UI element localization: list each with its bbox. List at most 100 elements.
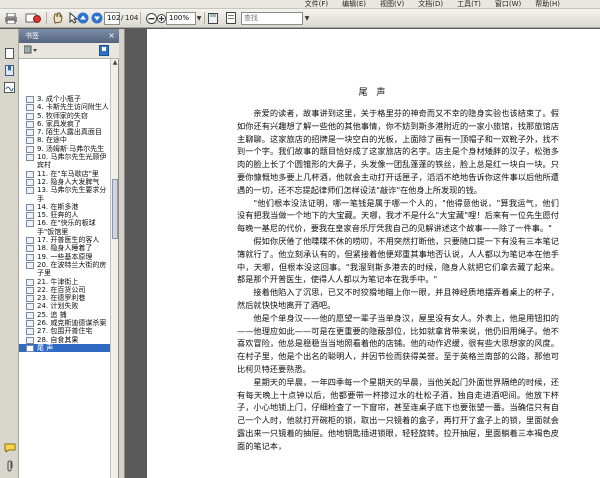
menu-edit[interactable]: 编辑(E)	[342, 0, 366, 8]
bookmark-page-icon	[26, 120, 34, 128]
bookmarks-panel-toolbar	[19, 43, 119, 59]
bookmark-page-icon	[26, 303, 34, 311]
previous-page-icon[interactable]	[76, 11, 90, 25]
chevron-down-icon[interactable]: ▼	[195, 11, 203, 25]
bookmark-page-icon	[26, 261, 34, 269]
bookmark-item[interactable]: 13. 马弗尔先生要求分手	[19, 186, 111, 203]
menu-view[interactable]: 视图(V)	[380, 0, 404, 8]
bookmarks-panel: 书签 × 3. 成个小瓶子 4. 卡斯先生访问附生人 5. 牧师家的失窃 6. …	[19, 29, 119, 478]
paragraph: 亲爱的读者，故事讲到这里，关于格里芬的神奇而又不幸的隐身实验也该结束了。假如你还…	[237, 108, 559, 195]
bookmark-page-icon	[26, 137, 34, 145]
page-body: 亲爱的读者，故事讲到这里，关于格里芬的神奇而又不幸的隐身实验也该结束了。假如你还…	[237, 107, 559, 453]
menu-help[interactable]: 帮助(H)	[535, 0, 560, 8]
menu-file[interactable]: 文件(F)	[305, 0, 329, 8]
bookmark-page-icon	[26, 328, 34, 336]
bookmark-item[interactable]: 16. 在"快乐的板球手"饭馆里	[19, 219, 111, 236]
paragraph: 接着他陷入了沉思，已又不时狡猾地瞄上你一眼，并且神经质地摆弄着桌上的杯子，然后就…	[237, 287, 559, 310]
bookmark-item[interactable]: 8. 在途中	[19, 136, 111, 145]
toolbar-separator	[204, 12, 205, 24]
bookmark-scrollbar[interactable]: ▲	[110, 59, 118, 478]
panel-splitter[interactable]	[119, 29, 125, 478]
bookmarks-icon[interactable]	[3, 64, 16, 77]
bookmark-list: 3. 成个小瓶子 4. 卡斯先生访问附生人 5. 牧师家的失窃 6. 家具发疯了…	[19, 95, 111, 478]
bookmark-page-icon	[26, 96, 34, 103]
menu-document[interactable]: 文档(D)	[418, 0, 443, 8]
menu-tools[interactable]: 工具(T)	[457, 0, 481, 8]
attachments-icon[interactable]	[3, 459, 16, 472]
bookmark-item[interactable]: 20. 在波特兰大街的房子里	[19, 261, 111, 278]
print-icon[interactable]	[4, 11, 18, 25]
options-icon[interactable]	[23, 45, 38, 57]
page-separator: /	[121, 14, 124, 22]
comments-icon[interactable]	[3, 441, 16, 454]
page-title: 尾 声	[358, 88, 389, 98]
bookmark-item[interactable]: 14. 在斯多港	[19, 203, 111, 211]
zoom-in-icon[interactable]	[156, 11, 166, 25]
bookmarks-panel-title: 书签	[25, 32, 39, 40]
bookmark-item[interactable]: 10. 马弗尔先生光顾伊宾村	[19, 153, 111, 170]
bookmark-page-icon	[26, 336, 34, 344]
zoom-level-select[interactable]: 100%	[166, 12, 196, 25]
menu-bar: 文件(F) 编辑(E) 视图(V) 文档(D) 工具(T) 窗口(W) 帮助(H…	[0, 0, 600, 9]
search-input[interactable]: 查找	[241, 12, 303, 25]
bookmark-item[interactable]: 5. 牧师家的失窃	[19, 112, 111, 120]
expand-bookmark-icon[interactable]	[99, 45, 109, 57]
scroll-up-icon[interactable]: ▲	[111, 59, 119, 67]
menu-window[interactable]: 窗口(W)	[495, 0, 521, 8]
search-dropdown-icon[interactable]: ▼	[303, 11, 311, 25]
save-icon[interactable]	[207, 11, 219, 25]
bookmark-item[interactable]: 19. 一些基本原理	[19, 253, 111, 261]
bookmark-page-icon	[26, 286, 34, 294]
bookmark-item[interactable]: 27. 包围开普住宅	[19, 327, 111, 336]
bookmark-item[interactable]: 21. 牛津街上	[19, 278, 111, 286]
bookmark-page-icon	[26, 344, 34, 352]
bookmark-page-icon	[26, 145, 34, 153]
bookmark-page-icon	[26, 320, 34, 328]
paragraph: "他们根本没法证明，哪一笔钱是属于哪一个人的，"他得意他说，"算我运气，他们没有…	[237, 197, 559, 234]
paragraph: 假如你厌倦了他喋喋不休的唠叨，不用突然打断他，只要随口提一下有没有三本笔记簿就行…	[237, 235, 559, 285]
next-page-icon[interactable]	[90, 11, 104, 25]
bookmark-item[interactable]: 18. 隐身人睡着了	[19, 244, 111, 253]
document-page: 尾 声 亲爱的读者，故事讲到这里，关于格里芬的神奇而又不幸的隐身实验也该结束了。…	[147, 29, 600, 478]
toolbar: 102 / 104 100% ▼ 查找 ▼	[0, 9, 600, 28]
close-icon[interactable]: ×	[108, 29, 115, 43]
scrollbar-thumb[interactable]	[112, 179, 118, 239]
bookmark-page-icon	[26, 311, 34, 319]
navigation-strip	[0, 29, 19, 478]
bookmark-page-icon	[26, 187, 34, 195]
bookmark-page-icon	[26, 129, 34, 137]
bookmark-item[interactable]: 6. 家具发疯了	[19, 120, 111, 128]
bookmark-page-icon	[26, 253, 34, 261]
bookmark-page-icon	[26, 278, 34, 286]
bookmark-page-icon	[26, 178, 34, 186]
bookmark-page-icon	[26, 212, 34, 220]
total-pages: 104	[125, 14, 139, 22]
bookmark-item[interactable]: 4. 卡斯先生访问附生人	[19, 103, 111, 112]
hand-tool-icon[interactable]	[50, 11, 64, 25]
bookmark-page-icon	[26, 203, 34, 211]
paragraph: 他是个单身汉——他的愿望一辈子当单身汉，屋里没有女人。外表上，他是用钮扣的——他…	[237, 312, 559, 374]
bookmark-page-icon	[26, 245, 34, 253]
toolbar-separator	[46, 12, 47, 24]
bookmark-page-icon	[26, 295, 34, 303]
bookmarks-panel-header: 书签 ×	[19, 29, 119, 43]
bookmark-page-icon	[26, 237, 34, 245]
pages-icon[interactable]	[3, 47, 16, 60]
bookmark-page-icon	[26, 170, 34, 178]
pdf-reader-window: 文件(F) 编辑(E) 视图(V) 文档(D) 工具(T) 窗口(W) 帮助(H…	[0, 0, 600, 478]
bookmark-item[interactable]: 11. 在"车马歇店"里	[19, 170, 111, 178]
toolbar-separator	[140, 12, 141, 24]
bookmark-item[interactable]: 28. 自食其果	[19, 336, 111, 344]
bookmark-item-selected[interactable]: 尾 声	[19, 343, 111, 353]
bookmark-item[interactable]: 22. 在百货公司	[19, 286, 111, 294]
current-page-input[interactable]: 102	[104, 12, 120, 25]
bookmark-page-icon	[26, 154, 34, 162]
bookmark-page-icon	[26, 112, 34, 120]
signatures-icon[interactable]	[3, 81, 16, 94]
bookmark-page-icon	[26, 220, 34, 228]
bookmark-item[interactable]: 9. 汤姆斯·马弗尔先生	[19, 145, 111, 153]
bookmark-item[interactable]: 25. 追 捕	[19, 311, 111, 319]
mail-icon[interactable]	[24, 11, 42, 25]
bookmark-item[interactable]: 24. 计划失败	[19, 302, 111, 311]
page-view-icon[interactable]	[224, 11, 238, 25]
